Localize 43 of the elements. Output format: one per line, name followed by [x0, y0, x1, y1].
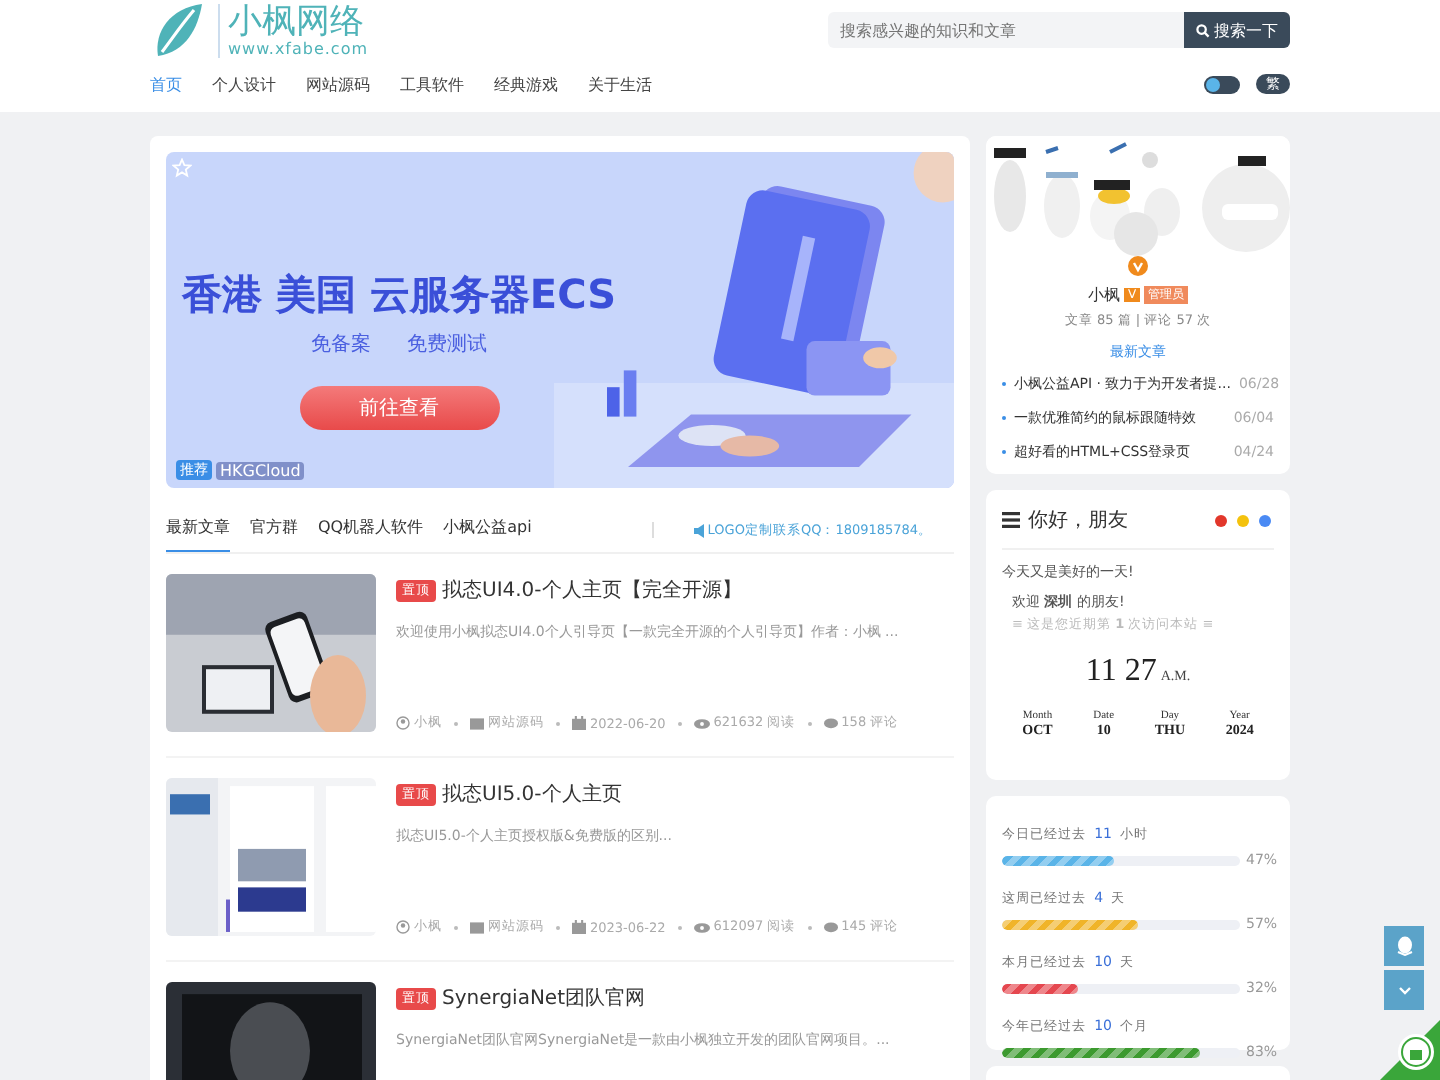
site-url: www.xfabe.com [228, 39, 369, 57]
window-dots-icon [1214, 513, 1274, 527]
article-tab[interactable]: 官方群 [250, 508, 298, 552]
search-button[interactable]: 搜索一下 [1184, 12, 1290, 48]
banner-headline: 香港 美国 云服务器ECS [182, 268, 617, 322]
folder-icon [470, 921, 484, 933]
notice-icon [693, 523, 706, 537]
nav-link[interactable]: 个人设计 [212, 73, 276, 95]
calendar-icon [572, 920, 586, 934]
user-icon [396, 716, 410, 730]
menu-icon [1002, 512, 1020, 528]
nav-link[interactable]: 关于生活 [588, 73, 652, 95]
article-tab[interactable]: 最新文章 [166, 508, 230, 552]
eye-icon [693, 717, 710, 729]
star-icon[interactable] [172, 158, 192, 178]
comment-icon [823, 921, 838, 933]
greeting-title: 你好，朋友 [1028, 508, 1130, 534]
article-tab[interactable]: QQ机器人软件 [318, 508, 424, 552]
source-label: HKGCloud [216, 461, 305, 479]
eye-icon [693, 921, 710, 933]
theme-toggle[interactable] [1204, 75, 1240, 93]
search-field[interactable]: 搜索感兴趣的知识和文章 [828, 12, 1184, 48]
clock-time: 11 27 [1085, 654, 1157, 690]
user-icon [396, 920, 410, 934]
security-badge-icon[interactable] [1380, 1020, 1440, 1080]
nav-link[interactable]: 网站源码 [306, 73, 370, 95]
comment-icon [823, 717, 838, 729]
chat-button[interactable] [1384, 926, 1424, 966]
user-name: 小枫 [1087, 284, 1120, 306]
nav-link[interactable]: 工具软件 [400, 73, 464, 95]
verified-icon [1128, 256, 1148, 276]
folder-icon [470, 717, 484, 729]
banner-feature: 免备案 [311, 331, 372, 358]
banner-feature: 免费测试 [407, 331, 488, 358]
article-title[interactable]: 拟态UI4.0-个人主页【完全开源】 [442, 576, 742, 604]
article-title[interactable]: SynergiaNet团队官网 [442, 984, 645, 1012]
search-icon [1196, 23, 1210, 37]
nav-link[interactable]: 首页 [150, 73, 182, 95]
article-title[interactable]: 拟态UI5.0-个人主页 [442, 780, 622, 808]
nav-link[interactable]: 经典游戏 [494, 73, 558, 95]
chevron-down-icon [1397, 985, 1411, 995]
article-tab[interactable]: 小枫公益api [443, 508, 532, 552]
calendar-icon [572, 716, 586, 730]
